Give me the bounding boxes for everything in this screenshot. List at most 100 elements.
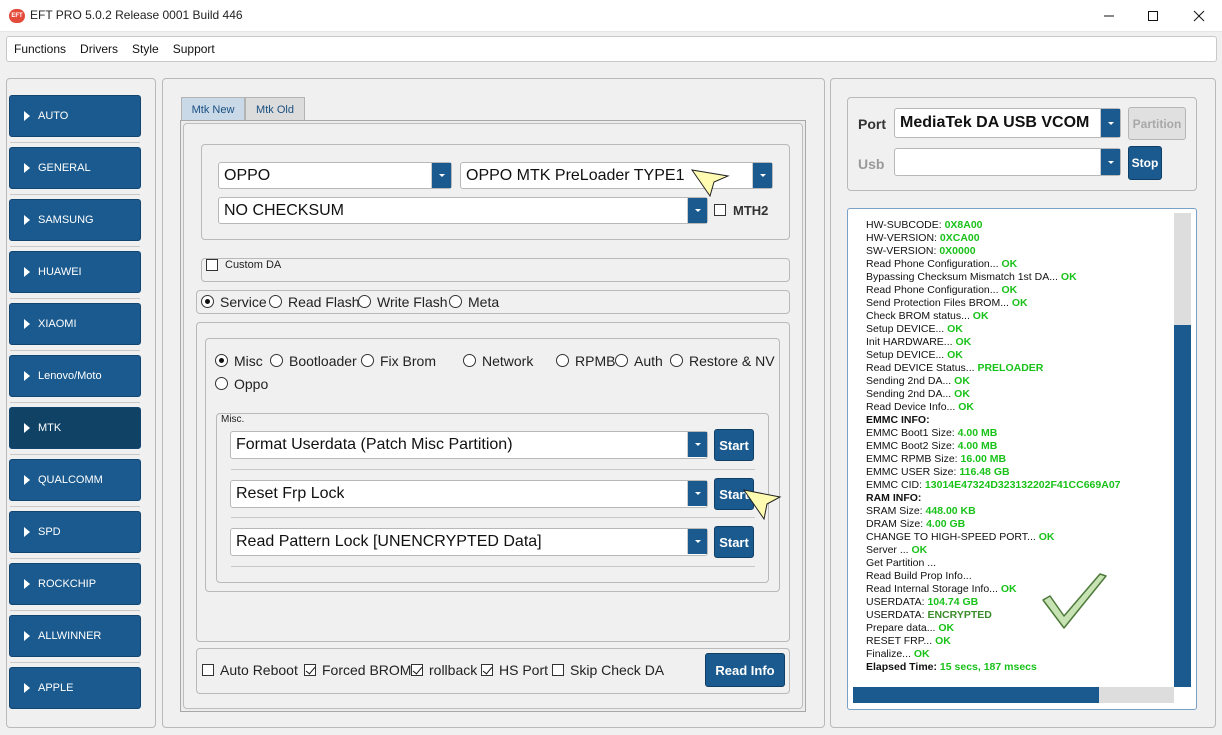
log-line: EMMC CID: 13014E47324D323132202F41CC669A… [866, 479, 1176, 492]
sub-bootloader-radio[interactable] [270, 354, 283, 367]
sub-fix-brom-radio[interactable] [361, 354, 374, 367]
log-key: RESET FRP... [866, 635, 936, 647]
port-select[interactable]: MediaTek DA USB VCOM [894, 108, 1121, 138]
sub-oppo-radio[interactable] [215, 377, 228, 390]
forced-brom-checkbox[interactable] [304, 664, 316, 676]
sidebar-item-label: APPLE [38, 682, 74, 694]
sidebar-item-allwinner[interactable]: ALLWINNER [9, 615, 141, 657]
sidebar-item-mtk[interactable]: MTK [9, 407, 141, 449]
log-value: OK [954, 388, 970, 400]
start-button-3[interactable]: Start [714, 526, 754, 558]
custom-da-label: Custom DA [225, 259, 282, 271]
log-line: Prepare data... OK [866, 622, 1176, 635]
sub-rpmb-label: RPMB [575, 353, 616, 369]
menu-functions[interactable]: Functions [14, 42, 66, 56]
sub-misc-radio[interactable] [215, 354, 228, 367]
sidebar-item-general[interactable]: GENERAL [9, 147, 141, 189]
mode-write-flash-radio[interactable] [358, 295, 371, 308]
divider [10, 558, 140, 559]
sidebar-item-qualcomm[interactable]: QUALCOMM [9, 459, 141, 501]
sidebar-item-rockchip[interactable]: ROCKCHIP [9, 563, 141, 605]
log-value: OK [954, 375, 970, 387]
log-value: OK [913, 648, 930, 660]
log-horizontal-scrollbar[interactable] [853, 687, 1174, 703]
sidebar-item-apple[interactable]: APPLE [9, 667, 141, 709]
mode-meta-radio[interactable] [449, 295, 462, 308]
checksum-select[interactable]: NO CHECKSUM [218, 197, 708, 224]
log-value: 0X0000 [939, 245, 976, 257]
log-line: Read Device Info... OK [866, 401, 1176, 414]
log-line: Setup DEVICE... OK [866, 349, 1176, 362]
sidebar-item-spd[interactable]: SPD [9, 511, 141, 553]
sidebar-item-huawei[interactable]: HUAWEI [9, 251, 141, 293]
skip-check-da-checkbox[interactable] [552, 664, 564, 676]
rollback-checkbox[interactable] [411, 664, 423, 676]
menu-style[interactable]: Style [132, 42, 159, 56]
caret-right-icon [24, 371, 30, 381]
log-key: Read Internal Storage Info... [866, 583, 1001, 595]
mth2-checkbox[interactable] [714, 204, 726, 216]
maximize-button[interactable] [1130, 0, 1176, 31]
scrollbar-thumb[interactable] [1174, 325, 1191, 687]
hs-port-checkbox[interactable] [481, 664, 493, 676]
mode-meta-label: Meta [468, 294, 500, 310]
read-info-button[interactable]: Read Info [705, 653, 785, 687]
sidebar-item-xiaomi[interactable]: XIAOMI [9, 303, 141, 345]
custom-da-checkbox[interactable] [206, 259, 218, 271]
misc-option-select-2[interactable]: Reset Frp Lock [230, 480, 708, 508]
close-button[interactable] [1176, 0, 1222, 31]
usb-select[interactable] [894, 148, 1121, 176]
divider [10, 298, 140, 299]
menu-support[interactable]: Support [173, 42, 215, 56]
start-button-1[interactable]: Start [714, 429, 754, 461]
misc-option-select-3[interactable]: Read Pattern Lock [UNENCRYPTED Data] [230, 528, 708, 556]
misc-option-select-1[interactable]: Format Userdata (Patch Misc Partition) [230, 431, 708, 459]
partition-button[interactable]: Partition [1128, 107, 1186, 140]
minimize-button[interactable] [1086, 0, 1132, 31]
sub-network-label: Network [482, 353, 534, 369]
tab-mtk-old[interactable]: Mtk Old [245, 97, 305, 121]
mode-read-flash-radio[interactable] [269, 295, 282, 308]
sub-network-radio[interactable] [463, 354, 476, 367]
sidebar-item-label: ALLWINNER [38, 630, 102, 642]
log-key: HW-VERSION: [866, 232, 940, 244]
misc-option-value: Format Userdata (Patch Misc Partition) [236, 436, 513, 453]
menu-drivers[interactable]: Drivers [80, 42, 118, 56]
auto-reboot-checkbox[interactable] [202, 664, 214, 676]
log-line: Sending 2nd DA... OK [866, 375, 1176, 388]
sub-restore-nv-radio[interactable] [670, 354, 683, 367]
divider [10, 246, 140, 247]
log-line: SW-VERSION: 0X0000 [866, 245, 1176, 258]
preloader-value: OPPO MTK PreLoader TYPE1 [466, 166, 685, 184]
caret-right-icon [24, 319, 30, 329]
sub-rpmb-radio[interactable] [556, 354, 569, 367]
chevron-down-icon [752, 163, 772, 188]
log-value: 0XCA00 [939, 232, 980, 244]
log-value: ENCRYPTED [927, 609, 992, 621]
divider [231, 566, 755, 567]
log-value: OK [1001, 284, 1018, 296]
stop-button[interactable]: Stop [1128, 146, 1162, 180]
brand-value: OPPO [224, 166, 271, 184]
divider [10, 402, 140, 403]
log-key: EMMC RPMB Size: [866, 453, 961, 465]
sidebar-item-auto[interactable]: AUTO [9, 95, 141, 137]
log-vertical-scrollbar[interactable] [1174, 213, 1191, 687]
log-line: Read DEVICE Status... PRELOADER [866, 362, 1176, 375]
caret-right-icon [24, 111, 30, 121]
mode-service-radio[interactable] [201, 295, 214, 308]
sidebar-item-samsung[interactable]: SAMSUNG [9, 199, 141, 241]
sidebar-item-lenovo-moto[interactable]: Lenovo/Moto [9, 355, 141, 397]
log-key: SW-VERSION: [866, 245, 940, 257]
maximize-icon [1148, 10, 1158, 21]
window-title: EFT PRO 5.0.2 Release 0001 Build 446 [30, 8, 243, 22]
log-line: USERDATA: ENCRYPTED [866, 609, 1176, 622]
log-output[interactable]: HW-SUBCODE: 0X8A00 HW-VERSION: 0XCA00 SW-V… [847, 208, 1197, 710]
brand-select[interactable]: OPPO [218, 162, 452, 189]
log-value: OK [1011, 297, 1028, 309]
sub-auth-radio[interactable] [615, 354, 628, 367]
tab-mtk-new[interactable]: Mtk New [181, 97, 245, 121]
scrollbar-thumb[interactable] [853, 687, 1099, 703]
sidebar-item-label: ROCKCHIP [38, 578, 97, 590]
sub-oppo-label: Oppo [234, 376, 269, 392]
